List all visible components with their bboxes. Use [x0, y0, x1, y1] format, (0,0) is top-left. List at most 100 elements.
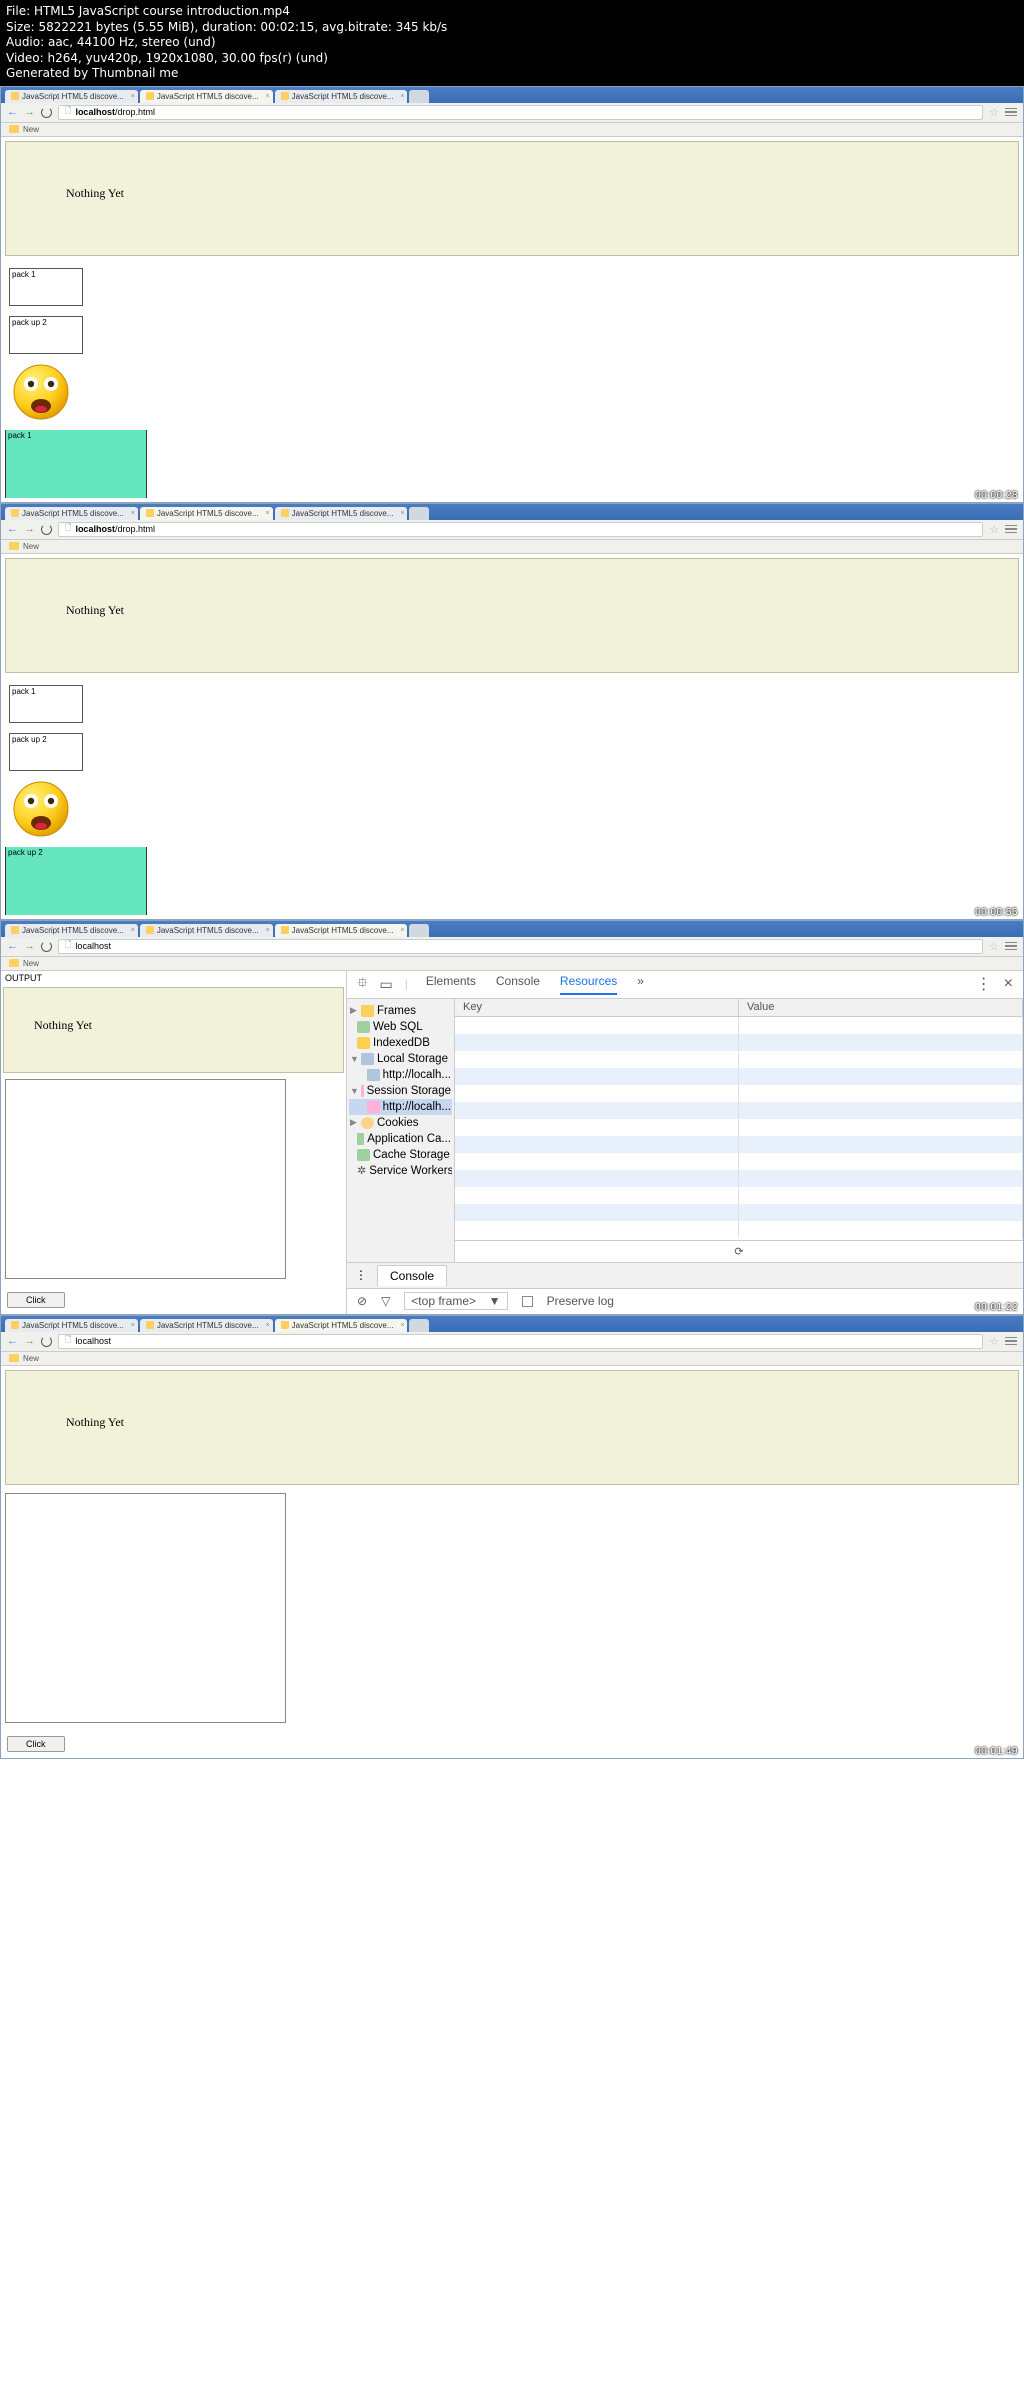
bookmark-star-icon[interactable]: ☆ — [989, 106, 999, 119]
browser-tab[interactable]: JavaScript HTML5 discove...× — [5, 507, 138, 520]
new-tab-button[interactable] — [409, 1319, 429, 1332]
browser-tab[interactable]: JavaScript HTML5 discove...× — [275, 90, 408, 103]
reload-button[interactable] — [41, 524, 52, 535]
browser-tab-active[interactable]: JavaScript HTML5 discove...× — [140, 90, 273, 103]
filter-icon[interactable]: ▽ — [381, 1294, 390, 1308]
tree-item-serviceworkers[interactable]: ✲Service Workers — [349, 1163, 452, 1179]
tree-item-sessionstorage[interactable]: ▼Session Storage — [349, 1083, 452, 1099]
devtools-tab-console[interactable]: Console — [496, 974, 540, 995]
output-textarea[interactable] — [5, 1493, 286, 1723]
close-icon[interactable]: × — [131, 927, 135, 934]
table-row[interactable] — [455, 1102, 1023, 1119]
bookmark-star-icon[interactable]: ☆ — [989, 940, 999, 953]
close-icon[interactable]: × — [400, 510, 404, 517]
back-button[interactable]: ← — [7, 1335, 18, 1347]
smiley-icon[interactable] — [13, 364, 1011, 420]
browser-tab[interactable]: JavaScript HTML5 discove...× — [5, 1319, 138, 1332]
table-row[interactable] — [455, 1034, 1023, 1051]
drag-item-1[interactable]: pack 1 — [9, 685, 83, 723]
forward-button[interactable]: → — [24, 523, 35, 535]
browser-tab[interactable]: JavaScript HTML5 discove...× — [140, 924, 273, 937]
browser-tab[interactable]: JavaScript HTML5 discove...× — [140, 1319, 273, 1332]
table-row[interactable] — [455, 1136, 1023, 1153]
smiley-icon[interactable] — [13, 781, 1011, 837]
table-row[interactable] — [455, 1204, 1023, 1221]
browser-tab[interactable]: JavaScript HTML5 discove...× — [5, 924, 138, 937]
browser-tab-active[interactable]: JavaScript HTML5 discove...× — [275, 1319, 408, 1332]
tree-item-localstorage-origin[interactable]: http://localh... — [349, 1067, 452, 1083]
bookmark-item[interactable]: New — [23, 959, 39, 968]
back-button[interactable]: ← — [7, 106, 18, 118]
close-icon[interactable]: × — [266, 93, 270, 100]
tree-item-cookies[interactable]: ▶Cookies — [349, 1115, 452, 1131]
chevron-right-icon[interactable]: » — [637, 974, 644, 995]
table-row[interactable] — [455, 1119, 1023, 1136]
menu-icon[interactable] — [1005, 942, 1017, 951]
new-tab-button[interactable] — [409, 507, 429, 520]
bookmark-star-icon[interactable]: ☆ — [989, 523, 999, 536]
click-button[interactable]: Click — [7, 1292, 65, 1308]
close-icon[interactable]: × — [131, 93, 135, 100]
tree-item-localstorage[interactable]: ▼Local Storage — [349, 1051, 452, 1067]
table-row[interactable] — [455, 1085, 1023, 1102]
bookmark-item[interactable]: New — [23, 125, 39, 134]
preserve-log-checkbox[interactable] — [522, 1296, 533, 1307]
drop-zone[interactable]: pack up 2 — [5, 847, 147, 915]
devtools-tab-elements[interactable]: Elements — [426, 974, 476, 995]
drag-item-1[interactable]: pack 1 — [9, 268, 83, 306]
menu-icon[interactable] — [1005, 108, 1017, 117]
col-value[interactable]: Value — [739, 999, 1023, 1016]
close-icon[interactable]: × — [400, 927, 404, 934]
url-bar[interactable]: 🗋 localhost — [58, 939, 983, 954]
output-textarea[interactable] — [5, 1079, 286, 1279]
close-icon[interactable]: × — [266, 510, 270, 517]
forward-button[interactable]: → — [24, 940, 35, 952]
back-button[interactable]: ← — [7, 940, 18, 952]
back-button[interactable]: ← — [7, 523, 18, 535]
forward-button[interactable]: → — [24, 106, 35, 118]
drop-zone[interactable]: pack 1 — [5, 430, 147, 498]
url-bar[interactable]: 🗋 localhost/drop.html — [58, 105, 983, 120]
close-icon[interactable]: × — [266, 927, 270, 934]
col-key[interactable]: Key — [455, 999, 739, 1016]
url-bar[interactable]: 🗋 localhost — [58, 1334, 983, 1349]
browser-tab[interactable]: JavaScript HTML5 discove...× — [275, 507, 408, 520]
forward-button[interactable]: → — [24, 1335, 35, 1347]
table-row[interactable] — [455, 1221, 1023, 1238]
table-row[interactable] — [455, 1153, 1023, 1170]
console-tab[interactable]: Console — [377, 1265, 447, 1286]
menu-icon[interactable] — [1005, 1337, 1017, 1346]
table-row[interactable] — [455, 1017, 1023, 1034]
browser-tab[interactable]: JavaScript HTML5 discove...× — [5, 90, 138, 103]
tree-item-cachestorage[interactable]: Cache Storage — [349, 1147, 452, 1163]
close-icon[interactable]: × — [131, 1322, 135, 1329]
tree-item-websql[interactable]: Web SQL — [349, 1019, 452, 1035]
clear-icon[interactable]: ⊘ — [357, 1294, 367, 1308]
browser-tab-active[interactable]: JavaScript HTML5 discove...× — [275, 924, 408, 937]
click-button[interactable]: Click — [7, 1736, 65, 1752]
refresh-icon[interactable]: ⟳ — [734, 1245, 743, 1258]
table-row[interactable] — [455, 1051, 1023, 1068]
drag-item-2[interactable]: pack up 2 — [9, 316, 83, 354]
reload-button[interactable] — [41, 1336, 52, 1347]
more-icon[interactable]: ⋮ — [976, 974, 992, 994]
tree-item-appcache[interactable]: Application Ca... — [349, 1131, 452, 1147]
drag-item-2[interactable]: pack up 2 — [9, 733, 83, 771]
close-icon[interactable]: × — [400, 93, 404, 100]
bookmark-star-icon[interactable]: ☆ — [989, 1335, 999, 1348]
table-row[interactable] — [455, 1068, 1023, 1085]
new-tab-button[interactable] — [409, 90, 429, 103]
inspect-icon[interactable]: ⯐ — [357, 972, 368, 996]
devtools-tab-resources[interactable]: Resources — [560, 974, 617, 995]
reload-button[interactable] — [41, 941, 52, 952]
tree-item-sessionstorage-origin[interactable]: http://localh... — [349, 1099, 452, 1115]
tree-item-indexeddb[interactable]: IndexedDB — [349, 1035, 452, 1051]
device-icon[interactable]: ▭ — [380, 976, 393, 993]
tree-item-frames[interactable]: ▶Frames — [349, 1003, 452, 1019]
table-row[interactable] — [455, 1187, 1023, 1204]
browser-tab-active[interactable]: JavaScript HTML5 discove...× — [140, 507, 273, 520]
url-bar[interactable]: 🗋 localhost/drop.html — [58, 522, 983, 537]
reload-button[interactable] — [41, 107, 52, 118]
menu-icon[interactable] — [1005, 525, 1017, 534]
close-icon[interactable]: × — [266, 1322, 270, 1329]
